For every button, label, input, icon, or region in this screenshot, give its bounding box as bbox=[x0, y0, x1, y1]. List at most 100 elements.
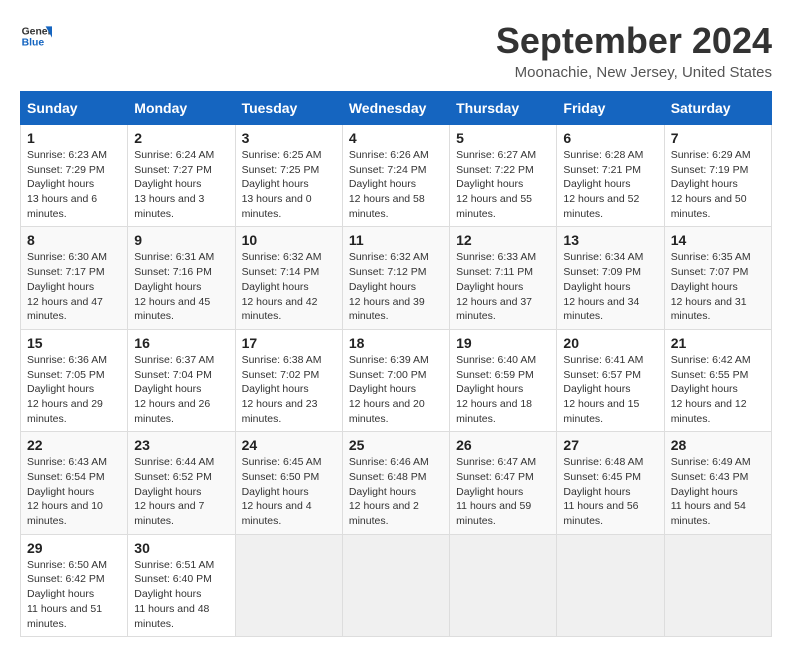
calendar-header-row: Sunday Monday Tuesday Wednesday Thursday… bbox=[21, 92, 772, 125]
table-row: 17 Sunrise: 6:38 AMSunset: 7:02 PMDayligh… bbox=[235, 329, 342, 431]
cell-content: Sunrise: 6:44 AMSunset: 6:52 PMDaylight … bbox=[134, 455, 228, 528]
cell-day-number: 19 bbox=[456, 335, 550, 351]
calendar-week-row: 22 Sunrise: 6:43 AMSunset: 6:54 PMDayligh… bbox=[21, 432, 772, 534]
table-row: 12Sunrise: 6:33 AMSunset: 7:11 PMDayligh… bbox=[450, 227, 557, 329]
table-row: 22 Sunrise: 6:43 AMSunset: 6:54 PMDayligh… bbox=[21, 432, 128, 534]
table-row: 11 Sunrise: 6:32 AMSunset: 7:12 PMDayligh… bbox=[342, 227, 449, 329]
table-row: 21 Sunrise: 6:42 AMSunset: 6:55 PMDayligh… bbox=[664, 329, 771, 431]
cell-content: Sunrise: 6:27 AMSunset: 7:22 PMDaylight … bbox=[456, 148, 550, 221]
cell-content: Sunrise: 6:48 AMSunset: 6:45 PMDaylight … bbox=[563, 455, 657, 528]
calendar-subtitle: Moonachie, New Jersey, United States bbox=[496, 64, 772, 81]
cell-content: Sunrise: 6:23 AMSunset: 7:29 PMDaylight … bbox=[27, 148, 121, 221]
table-row: 18 Sunrise: 6:39 AMSunset: 7:00 PMDayligh… bbox=[342, 329, 449, 431]
header: General Blue September 2024 Moonachie, N… bbox=[20, 20, 772, 81]
calendar-table: Sunday Monday Tuesday Wednesday Thursday… bbox=[20, 91, 772, 637]
table-row: 6 Sunrise: 6:28 AMSunset: 7:21 PMDaylight… bbox=[557, 125, 664, 227]
cell-day-number: 10 bbox=[242, 232, 336, 248]
header-wednesday: Wednesday bbox=[342, 92, 449, 125]
table-row bbox=[342, 534, 449, 636]
cell-content: Sunrise: 6:41 AMSunset: 6:57 PMDaylight … bbox=[563, 353, 657, 426]
calendar-week-row: 15Sunrise: 6:36 AMSunset: 7:05 PMDayligh… bbox=[21, 329, 772, 431]
table-row: 8 Sunrise: 6:30 AMSunset: 7:17 PMDaylight… bbox=[21, 227, 128, 329]
header-thursday: Thursday bbox=[450, 92, 557, 125]
cell-day-number: 25 bbox=[349, 437, 443, 453]
cell-day-number: 30 bbox=[134, 540, 228, 556]
calendar-title: September 2024 bbox=[496, 20, 772, 62]
logo-icon: General Blue bbox=[20, 20, 52, 52]
cell-content: Sunrise: 6:25 AMSunset: 7:25 PMDaylight … bbox=[242, 148, 336, 221]
cell-day-number: 13 bbox=[563, 232, 657, 248]
table-row: 1 Sunrise: 6:23 AMSunset: 7:29 PMDaylight… bbox=[21, 125, 128, 227]
cell-content: Sunrise: 6:33 AMSunset: 7:11 PMDaylight … bbox=[456, 250, 550, 323]
cell-content: Sunrise: 6:29 AMSunset: 7:19 PMDaylight … bbox=[671, 148, 765, 221]
cell-day-number: 28 bbox=[671, 437, 765, 453]
cell-day-number: 4 bbox=[349, 130, 443, 146]
cell-content: Sunrise: 6:31 AMSunset: 7:16 PMDaylight … bbox=[134, 250, 228, 323]
table-row: 10 Sunrise: 6:32 AMSunset: 7:14 PMDayligh… bbox=[235, 227, 342, 329]
table-row: 24 Sunrise: 6:45 AMSunset: 6:50 PMDayligh… bbox=[235, 432, 342, 534]
cell-content: Sunrise: 6:50 AMSunset: 6:42 PMDaylight … bbox=[27, 558, 121, 631]
header-sunday: Sunday bbox=[21, 92, 128, 125]
cell-day-number: 24 bbox=[242, 437, 336, 453]
table-row: 26 Sunrise: 6:47 AMSunset: 6:47 PMDayligh… bbox=[450, 432, 557, 534]
cell-day-number: 26 bbox=[456, 437, 550, 453]
cell-day-number: 27 bbox=[563, 437, 657, 453]
cell-content: Sunrise: 6:26 AMSunset: 7:24 PMDaylight … bbox=[349, 148, 443, 221]
logo: General Blue bbox=[20, 20, 52, 52]
header-tuesday: Tuesday bbox=[235, 92, 342, 125]
cell-content: Sunrise: 6:32 AMSunset: 7:14 PMDaylight … bbox=[242, 250, 336, 323]
table-row bbox=[235, 534, 342, 636]
cell-content: Sunrise: 6:38 AMSunset: 7:02 PMDaylight … bbox=[242, 353, 336, 426]
calendar-week-row: 1 Sunrise: 6:23 AMSunset: 7:29 PMDaylight… bbox=[21, 125, 772, 227]
cell-content: Sunrise: 6:42 AMSunset: 6:55 PMDaylight … bbox=[671, 353, 765, 426]
table-row bbox=[450, 534, 557, 636]
cell-day-number: 7 bbox=[671, 130, 765, 146]
cell-day-number: 1 bbox=[27, 130, 121, 146]
table-row: 28 Sunrise: 6:49 AMSunset: 6:43 PMDayligh… bbox=[664, 432, 771, 534]
cell-content: Sunrise: 6:49 AMSunset: 6:43 PMDaylight … bbox=[671, 455, 765, 528]
cell-content: Sunrise: 6:43 AMSunset: 6:54 PMDaylight … bbox=[27, 455, 121, 528]
cell-content: Sunrise: 6:24 AMSunset: 7:27 PMDaylight … bbox=[134, 148, 228, 221]
cell-content: Sunrise: 6:45 AMSunset: 6:50 PMDaylight … bbox=[242, 455, 336, 528]
header-saturday: Saturday bbox=[664, 92, 771, 125]
table-row: 14 Sunrise: 6:35 AMSunset: 7:07 PMDayligh… bbox=[664, 227, 771, 329]
cell-content: Sunrise: 6:51 AMSunset: 6:40 PMDaylight … bbox=[134, 558, 228, 631]
cell-content: Sunrise: 6:35 AMSunset: 7:07 PMDaylight … bbox=[671, 250, 765, 323]
table-row: 4 Sunrise: 6:26 AMSunset: 7:24 PMDaylight… bbox=[342, 125, 449, 227]
cell-day-number: 14 bbox=[671, 232, 765, 248]
table-row: 15Sunrise: 6:36 AMSunset: 7:05 PMDayligh… bbox=[21, 329, 128, 431]
cell-content: Sunrise: 6:32 AMSunset: 7:12 PMDaylight … bbox=[349, 250, 443, 323]
cell-content: Sunrise: 6:40 AMSunset: 6:59 PMDaylight … bbox=[456, 353, 550, 426]
cell-day-number: 3 bbox=[242, 130, 336, 146]
header-monday: Monday bbox=[128, 92, 235, 125]
cell-content: Sunrise: 6:30 AMSunset: 7:17 PMDaylight … bbox=[27, 250, 121, 323]
table-row: 3 Sunrise: 6:25 AMSunset: 7:25 PMDaylight… bbox=[235, 125, 342, 227]
cell-day-number: 21 bbox=[671, 335, 765, 351]
table-row: 27 Sunrise: 6:48 AMSunset: 6:45 PMDayligh… bbox=[557, 432, 664, 534]
table-row: 20 Sunrise: 6:41 AMSunset: 6:57 PMDayligh… bbox=[557, 329, 664, 431]
cell-day-number: 2 bbox=[134, 130, 228, 146]
cell-day-number: 18 bbox=[349, 335, 443, 351]
table-row: 9 Sunrise: 6:31 AMSunset: 7:16 PMDaylight… bbox=[128, 227, 235, 329]
table-row: 7 Sunrise: 6:29 AMSunset: 7:19 PMDaylight… bbox=[664, 125, 771, 227]
cell-day-number: 17 bbox=[242, 335, 336, 351]
cell-day-number: 6 bbox=[563, 130, 657, 146]
cell-day-number: 23 bbox=[134, 437, 228, 453]
cell-day-number: 8 bbox=[27, 232, 121, 248]
cell-day-number: 29 bbox=[27, 540, 121, 556]
cell-day-number: 9 bbox=[134, 232, 228, 248]
cell-day-number: 15 bbox=[27, 335, 121, 351]
cell-content: Sunrise: 6:47 AMSunset: 6:47 PMDaylight … bbox=[456, 455, 550, 528]
table-row: 25 Sunrise: 6:46 AMSunset: 6:48 PMDayligh… bbox=[342, 432, 449, 534]
cell-content: Sunrise: 6:46 AMSunset: 6:48 PMDaylight … bbox=[349, 455, 443, 528]
cell-content: Sunrise: 6:39 AMSunset: 7:00 PMDaylight … bbox=[349, 353, 443, 426]
cell-day-number: 11 bbox=[349, 232, 443, 248]
cell-content: Sunrise: 6:28 AMSunset: 7:21 PMDaylight … bbox=[563, 148, 657, 221]
cell-day-number: 20 bbox=[563, 335, 657, 351]
calendar-week-row: 8 Sunrise: 6:30 AMSunset: 7:17 PMDaylight… bbox=[21, 227, 772, 329]
table-row: 23 Sunrise: 6:44 AMSunset: 6:52 PMDayligh… bbox=[128, 432, 235, 534]
table-row: 19 Sunrise: 6:40 AMSunset: 6:59 PMDayligh… bbox=[450, 329, 557, 431]
calendar-week-row: 29 Sunrise: 6:50 AMSunset: 6:42 PMDayligh… bbox=[21, 534, 772, 636]
cell-day-number: 16 bbox=[134, 335, 228, 351]
cell-day-number: 22 bbox=[27, 437, 121, 453]
